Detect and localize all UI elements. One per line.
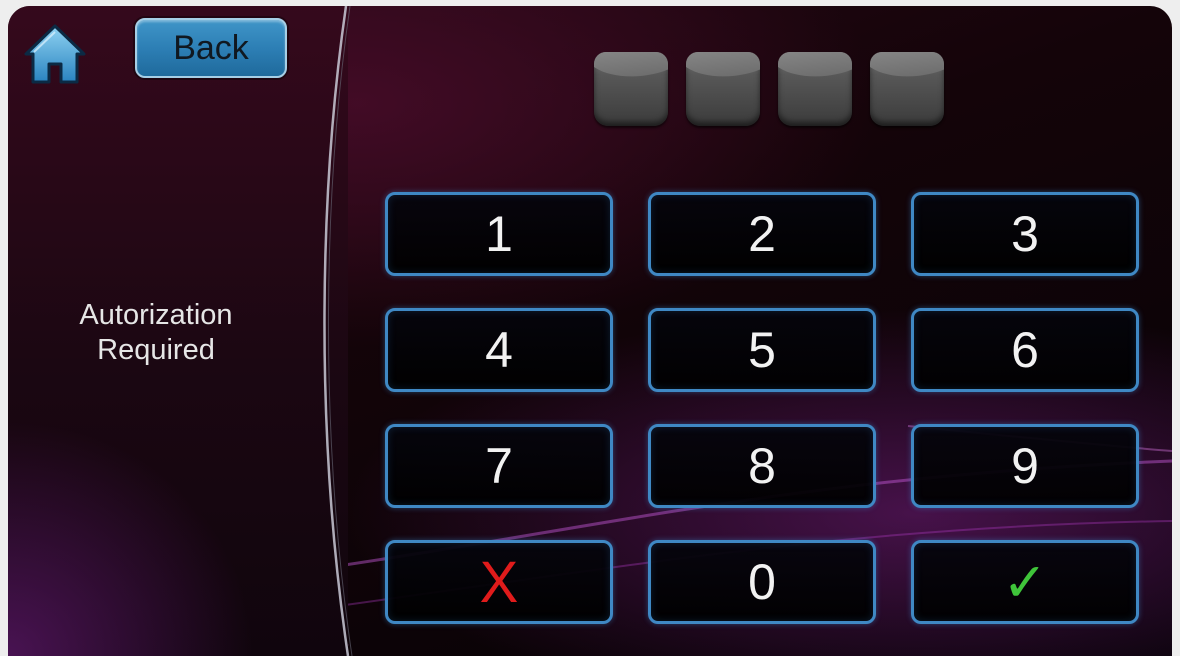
pin-dot [778,52,852,126]
pin-dot [686,52,760,126]
prompt-line-2: Required [97,334,215,366]
cancel-key[interactable]: X [385,540,613,624]
back-button[interactable]: Back [135,18,287,78]
key-6[interactable]: 6 [911,308,1139,392]
pin-dot [870,52,944,126]
key-5[interactable]: 5 [648,308,876,392]
key-8[interactable]: 8 [648,424,876,508]
pin-indicator [594,52,944,130]
authorization-prompt: Autorization Required [38,298,274,368]
prompt-line-1: Autorization [79,299,233,331]
confirm-key[interactable]: ✓ [911,540,1139,624]
home-icon [24,24,86,84]
home-button[interactable] [22,22,88,86]
key-2[interactable]: 2 [648,192,876,276]
pin-dot [594,52,668,126]
keypad-screen: Back Autorization Required 1 2 3 4 5 6 7 8 9 X 0 ✓ [8,6,1172,656]
key-1[interactable]: 1 [385,192,613,276]
key-0[interactable]: 0 [648,540,876,624]
key-7[interactable]: 7 [385,424,613,508]
key-3[interactable]: 3 [911,192,1139,276]
key-9[interactable]: 9 [911,424,1139,508]
key-4[interactable]: 4 [385,308,613,392]
